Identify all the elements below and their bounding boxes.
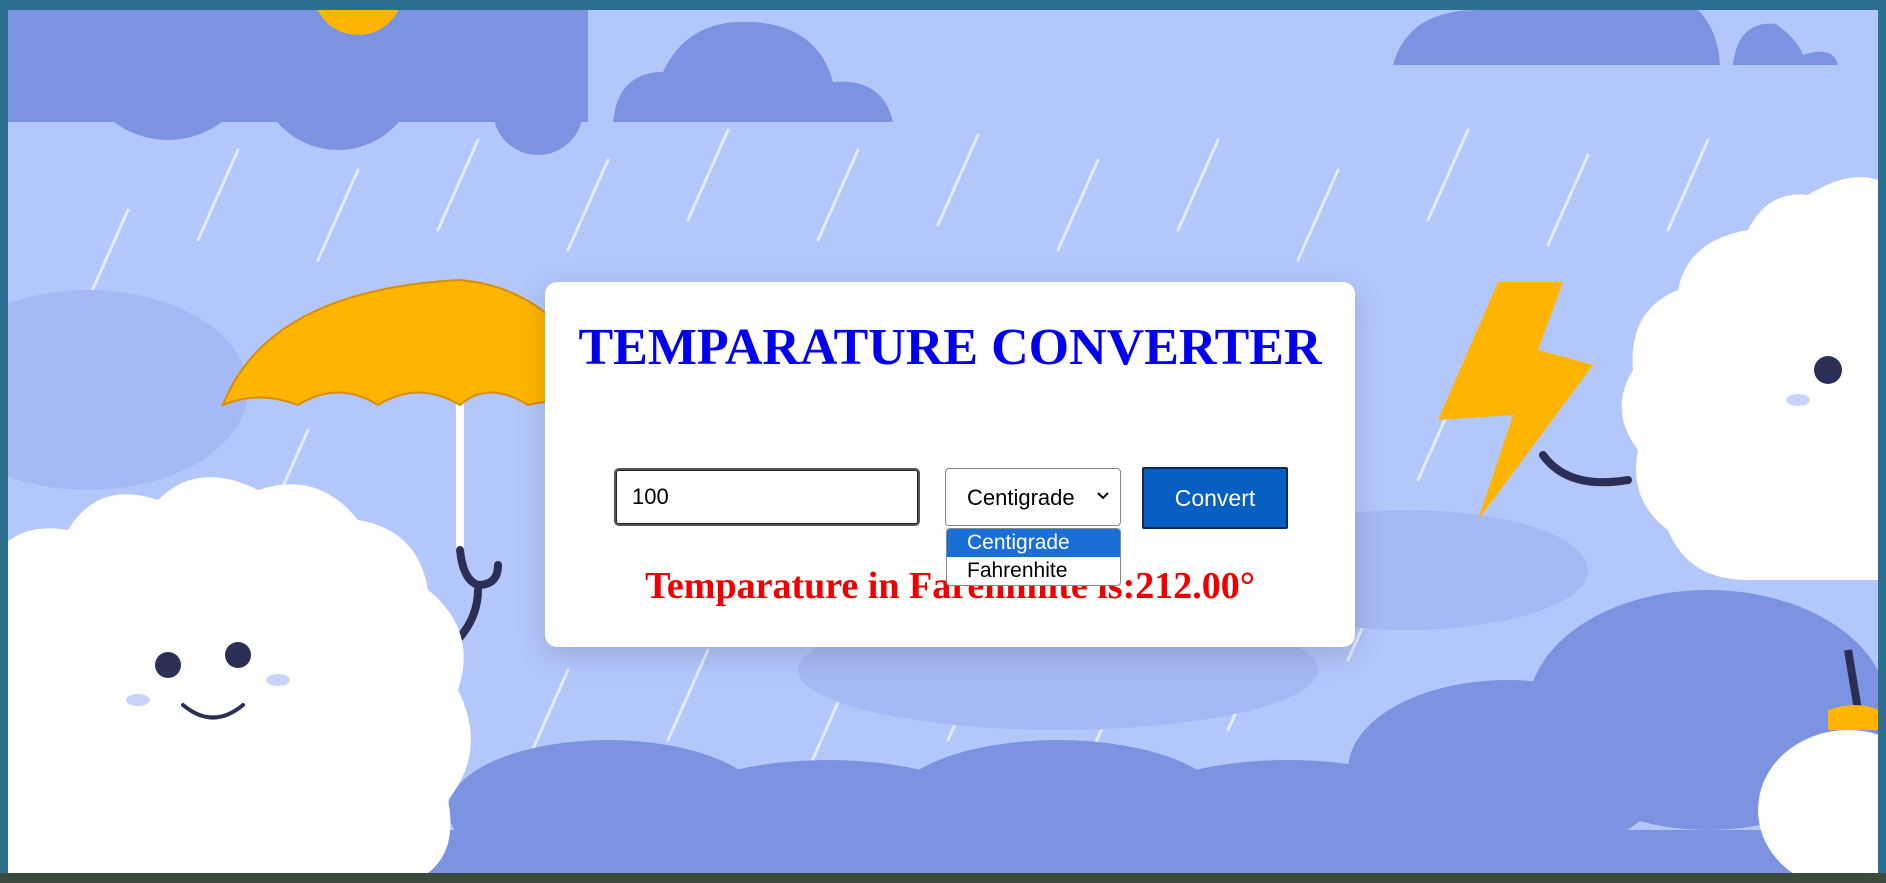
- unit-option-centigrade[interactable]: Centigrade: [947, 529, 1120, 557]
- unit-select[interactable]: Centigrade: [945, 468, 1121, 526]
- unit-dropdown-list: Centigrade Fahrenhite: [946, 528, 1121, 586]
- unit-select-value: Centigrade: [967, 485, 1075, 510]
- taskbar-strip: [0, 873, 1886, 883]
- page-title: TEMPARATURE CONVERTER: [578, 319, 1322, 376]
- cloud-character-left: [8, 477, 471, 873]
- unit-option-fahrenhite[interactable]: Fahrenhite: [947, 557, 1120, 585]
- converter-card: TEMPARATURE CONVERTER Centigrade Centigr…: [545, 282, 1355, 647]
- convert-button[interactable]: Convert: [1142, 467, 1288, 529]
- top-clouds: [8, 10, 1838, 155]
- page-frame: TEMPARATURE CONVERTER Centigrade Centigr…: [8, 10, 1878, 873]
- temperature-input[interactable]: [614, 468, 920, 526]
- lightning-bolt-illustration: [1438, 282, 1632, 520]
- chevron-down-icon: [1097, 492, 1109, 500]
